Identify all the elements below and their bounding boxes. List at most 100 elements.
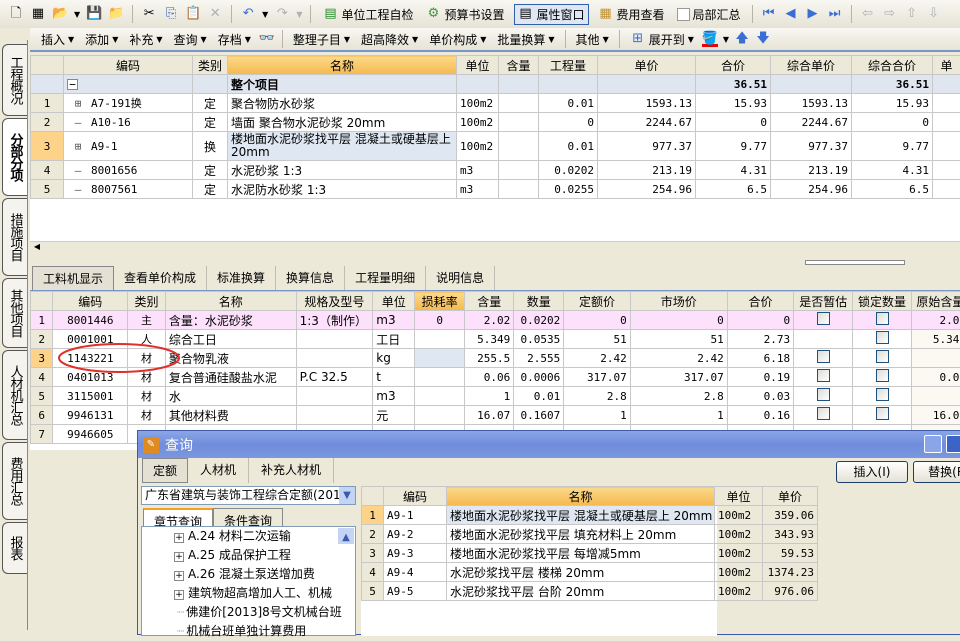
- cell[interactable]: 水泥防水砂浆 1:3: [228, 180, 457, 199]
- cell[interactable]: 8001446: [53, 311, 128, 330]
- cell[interactable]: [296, 387, 373, 406]
- column-header[interactable]: 锁定数量: [853, 292, 911, 311]
- column-header[interactable]: 名称: [228, 56, 457, 75]
- cell[interactable]: 2244.67: [771, 113, 852, 132]
- cell[interactable]: 0.01: [514, 387, 564, 406]
- column-header[interactable]: 合价: [696, 56, 771, 75]
- first-icon[interactable]: ⏮: [761, 6, 777, 22]
- cell[interactable]: 359.06: [763, 506, 818, 525]
- cell[interactable]: 水泥砂浆找平层 台阶 20mm: [447, 582, 715, 601]
- table-row[interactable]: 69946131材其他材料费元16.070.1607110.1616.07: [31, 406, 960, 425]
- tab-supplement-materials[interactable]: 补充人材机: [249, 458, 334, 483]
- cell[interactable]: 4: [31, 368, 53, 387]
- cell[interactable]: 楼地面水泥砂浆找平层 混凝土或硬基层上 20mm: [228, 132, 457, 161]
- cell[interactable]: 6.5: [852, 180, 933, 199]
- cut-icon[interactable]: ✂: [141, 6, 157, 22]
- new-project-icon[interactable]: ▦: [30, 6, 46, 22]
- cell[interactable]: 9.77: [696, 132, 771, 161]
- insert-menu[interactable]: 插入▼: [38, 30, 77, 49]
- binoculars-icon[interactable]: 👓: [259, 31, 275, 47]
- supplement-menu[interactable]: 补充▼: [126, 30, 165, 49]
- table-row[interactable]: 5—8007561定水泥防水砂浆 1:3m30.0255254.966.5254…: [31, 180, 960, 199]
- cell[interactable]: 2.42: [630, 349, 727, 368]
- other-menu[interactable]: 其他▼: [573, 30, 612, 49]
- column-header[interactable]: 合价: [727, 292, 793, 311]
- cell[interactable]: 213.19: [598, 161, 696, 180]
- cell[interactable]: 51: [630, 330, 727, 349]
- minimize-button[interactable]: [924, 435, 942, 453]
- cell[interactable]: 0.03: [727, 387, 793, 406]
- cell[interactable]: 3: [31, 349, 53, 368]
- cell[interactable]: 1: [465, 387, 514, 406]
- cell[interactable]: ⊞A7-191换: [64, 94, 193, 113]
- cell[interactable]: [499, 161, 539, 180]
- tree-node[interactable]: +建筑物超高增加人工、机械: [142, 584, 355, 603]
- cell[interactable]: 0: [539, 113, 598, 132]
- column-header[interactable]: 名称: [447, 487, 715, 506]
- lock-quantity-checkbox[interactable]: [876, 388, 889, 401]
- cell[interactable]: 2244.67: [598, 113, 696, 132]
- cell[interactable]: 1: [630, 406, 727, 425]
- cell[interactable]: 其他材料费: [165, 406, 296, 425]
- cell[interactable]: 0.06: [465, 368, 514, 387]
- tab-standard-conversion[interactable]: 标准换算: [207, 266, 276, 291]
- cell[interactable]: [853, 368, 911, 387]
- column-header[interactable]: 单位: [715, 487, 763, 506]
- column-header[interactable]: 类别: [128, 292, 166, 311]
- expand-icon[interactable]: +: [174, 552, 184, 562]
- cell[interactable]: [296, 406, 373, 425]
- tab-materials[interactable]: 工料机显示: [32, 266, 114, 291]
- last-icon[interactable]: ⏭: [827, 6, 843, 22]
- tab-price-composition[interactable]: 查看单价构成: [114, 266, 207, 291]
- lock-quantity-checkbox[interactable]: [876, 350, 889, 363]
- collapse-icon[interactable]: −: [67, 79, 78, 90]
- table-row[interactable]: 18001446主含量：水泥砂浆1:3（制作）m302.020.02020002…: [31, 311, 960, 330]
- cell[interactable]: 0: [564, 311, 630, 330]
- cell[interactable]: 1593.13: [771, 94, 852, 113]
- column-header[interactable]: [362, 487, 384, 506]
- cell[interactable]: 4.31: [852, 161, 933, 180]
- left-arrow-icon[interactable]: ⇦: [860, 6, 876, 22]
- cell[interactable]: A9-1: [384, 506, 447, 525]
- cell[interactable]: 2.555: [514, 349, 564, 368]
- cell[interactable]: 254.96: [598, 180, 696, 199]
- height-reduction-menu[interactable]: 超高降效▼: [358, 30, 421, 49]
- cell[interactable]: 213.19: [771, 161, 852, 180]
- table-row[interactable]: 4—8001656定水泥砂浆 1:3m30.0202213.194.31213.…: [31, 161, 960, 180]
- tab-quota[interactable]: 定额: [142, 458, 188, 483]
- delete-icon[interactable]: ✕: [207, 6, 223, 22]
- column-header[interactable]: 含量: [499, 56, 539, 75]
- cell[interactable]: A9-4: [384, 563, 447, 582]
- provisional-checkbox[interactable]: [817, 350, 830, 363]
- table-row[interactable]: 1A9-1楼地面水泥砂浆找平层 混凝土或硬基层上 20mm100m2359.06: [362, 506, 818, 525]
- cell[interactable]: 楼地面水泥砂浆找平层 填充材料上 20mm: [447, 525, 715, 544]
- new-file-icon[interactable]: 🗋: [8, 6, 24, 22]
- cell[interactable]: 1: [362, 506, 384, 525]
- cell[interactable]: 1:3（制作）: [296, 311, 373, 330]
- cell[interactable]: 0.0535: [514, 330, 564, 349]
- cell[interactable]: 2: [362, 525, 384, 544]
- cell[interactable]: 100m2: [457, 94, 499, 113]
- cell[interactable]: 9946131: [53, 406, 128, 425]
- cell[interactable]: 1593.13: [598, 94, 696, 113]
- self-check-button[interactable]: ▤单位工程自检: [319, 5, 416, 24]
- cell[interactable]: m3: [457, 161, 499, 180]
- cell[interactable]: 6.18: [727, 349, 793, 368]
- cell[interactable]: [853, 349, 911, 368]
- side-tab-measures[interactable]: 措施项目: [2, 198, 27, 276]
- cell[interactable]: 59.53: [763, 544, 818, 563]
- column-header[interactable]: 单: [933, 56, 960, 75]
- batch-convert-menu[interactable]: 批量换算▼: [494, 30, 557, 49]
- table-row[interactable]: 3⊞A9-1换楼地面水泥砂浆找平层 混凝土或硬基层上 20mm100m20.01…: [31, 132, 960, 161]
- cell[interactable]: 工日: [373, 330, 415, 349]
- column-header[interactable]: 编码: [64, 56, 193, 75]
- cell[interactable]: 4.31: [696, 161, 771, 180]
- cell[interactable]: 9946605: [53, 425, 128, 444]
- cell[interactable]: 255.5: [465, 349, 514, 368]
- cell[interactable]: 5: [31, 387, 53, 406]
- cell[interactable]: 3: [31, 132, 64, 161]
- cell[interactable]: [794, 368, 853, 387]
- cell[interactable]: 6.5: [696, 180, 771, 199]
- cell[interactable]: 0.0006: [514, 368, 564, 387]
- table-row[interactable]: 4A9-4水泥砂浆找平层 楼梯 20mm100m21374.23: [362, 563, 818, 582]
